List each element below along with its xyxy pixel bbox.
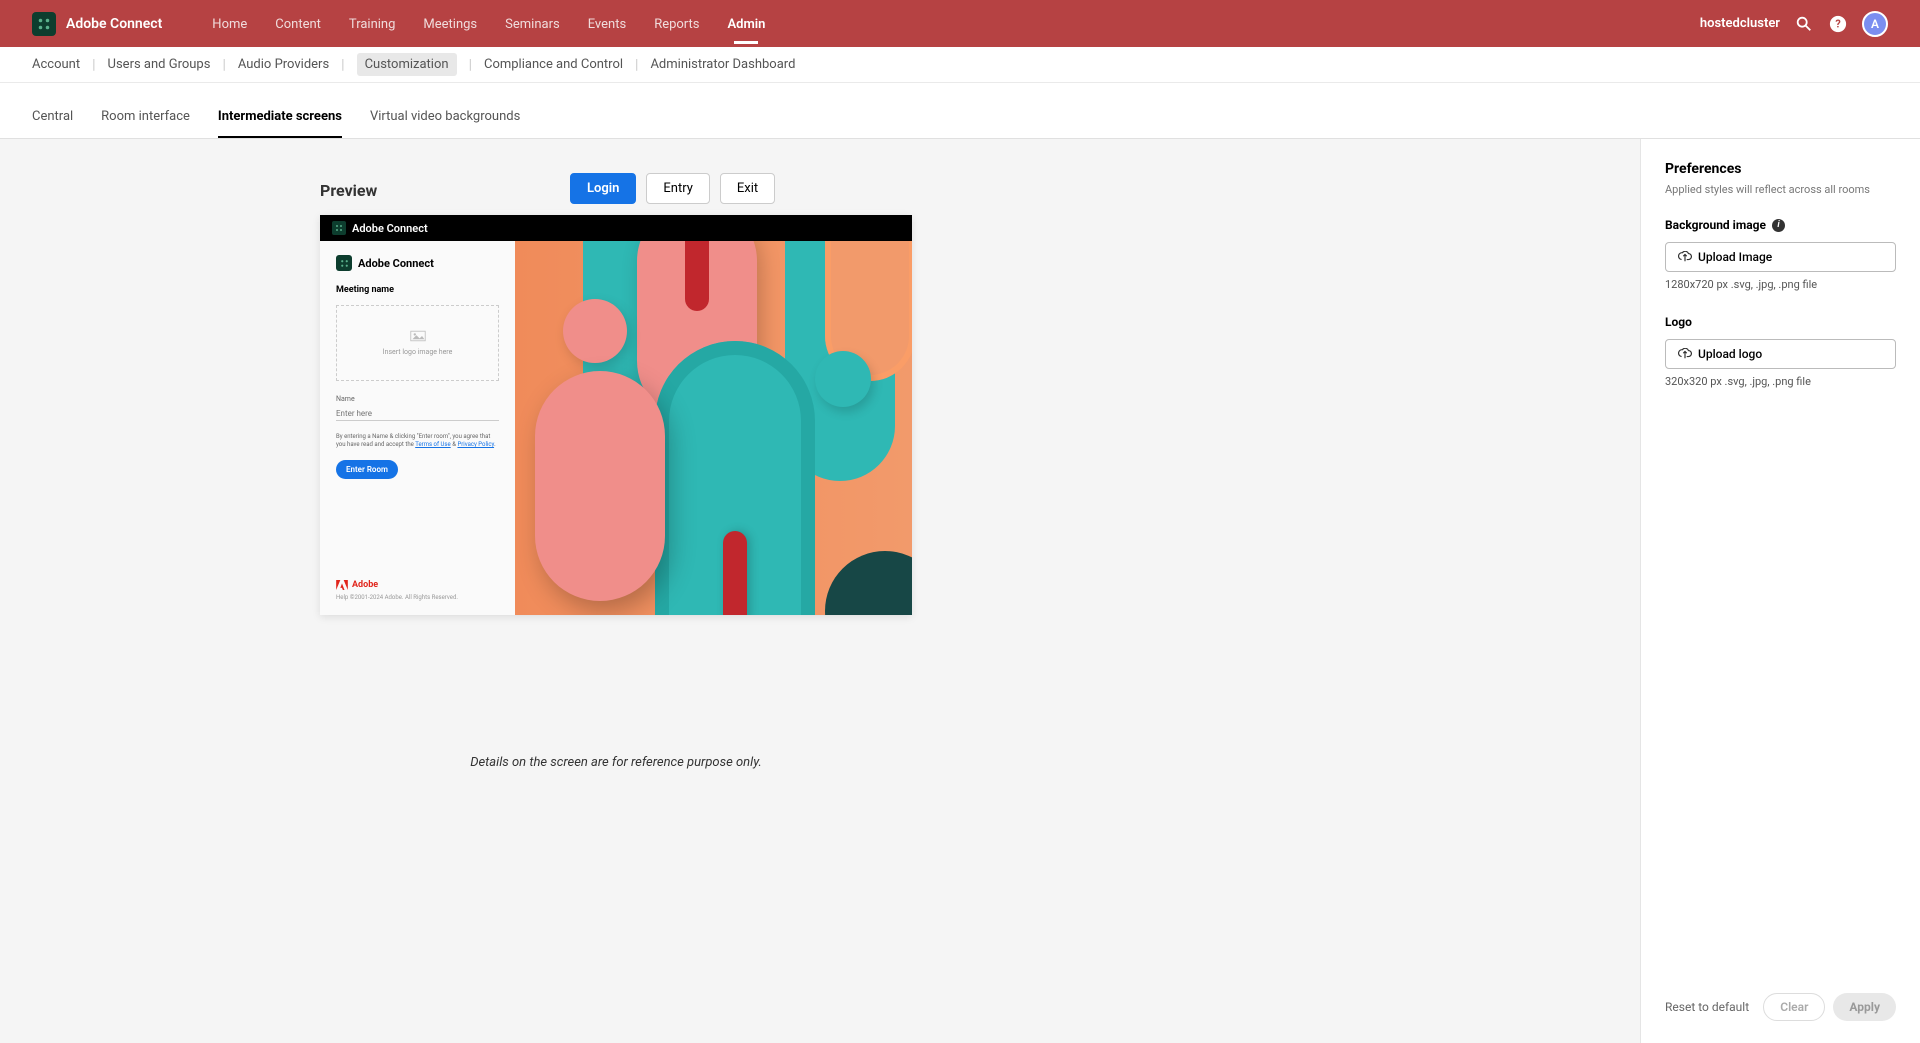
preview-legal-text: By entering a Name & clicking "Enter roo… <box>336 433 499 450</box>
preview-adobe-brand: Adobe <box>336 580 499 590</box>
separator: | <box>222 57 225 73</box>
preview-login-logo-icon <box>336 255 352 271</box>
preferences-title: Preferences <box>1665 161 1896 177</box>
content-area: Preview Login Entry Exit Adobe Connect A… <box>0 139 1640 1043</box>
top-nav: Home Content Training Meetings Seminars … <box>212 3 765 44</box>
preview-tab-exit[interactable]: Exit <box>720 173 775 204</box>
preview-enter-room-button[interactable]: Enter Room <box>336 460 398 479</box>
preview-privacy-link[interactable]: Privacy Policy <box>457 441 494 448</box>
main: Preview Login Entry Exit Adobe Connect A… <box>0 139 1920 1043</box>
preview-adobe-text: Adobe <box>352 580 378 590</box>
upload-image-button[interactable]: Upload Image <box>1665 242 1896 272</box>
preview-login-brand: Adobe Connect <box>336 255 499 271</box>
background-image-label: Background image <box>1665 218 1766 232</box>
reset-to-default-link[interactable]: Reset to default <box>1665 1000 1749 1014</box>
preview-window-header: Adobe Connect <box>320 215 912 241</box>
nav-home[interactable]: Home <box>212 3 247 44</box>
nav-seminars[interactable]: Seminars <box>505 3 560 44</box>
cluster-name: hostedcluster <box>1700 16 1780 31</box>
logo-section: Logo <box>1665 315 1896 329</box>
clear-button[interactable]: Clear <box>1763 993 1825 1021</box>
upload-image-label: Upload Image <box>1698 250 1772 264</box>
subnav-compliance[interactable]: Compliance and Control <box>484 53 623 76</box>
app-name: Adobe Connect <box>66 16 162 32</box>
app-logo-icon <box>32 12 56 36</box>
preview-logo-placeholder: Insert logo image here <box>336 305 499 381</box>
preview-name-input[interactable] <box>336 407 499 421</box>
upload-icon <box>1678 251 1692 263</box>
logo-hint: 320x320 px .svg, .jpg, .png file <box>1665 375 1896 388</box>
preview-name-label: Name <box>336 395 499 403</box>
separator: | <box>635 57 638 73</box>
nav-events[interactable]: Events <box>588 3 626 44</box>
info-icon[interactable]: i <box>1772 219 1785 232</box>
nav-training[interactable]: Training <box>349 3 395 44</box>
user-avatar[interactable]: A <box>1862 11 1888 37</box>
tab-central[interactable]: Central <box>32 109 73 138</box>
search-icon[interactable] <box>1794 14 1814 34</box>
separator: | <box>341 57 344 73</box>
topbar-right: hostedcluster ? A <box>1700 11 1888 37</box>
subnav-customization[interactable]: Customization <box>357 53 457 76</box>
upload-logo-button[interactable]: Upload logo <box>1665 339 1896 369</box>
preferences-sidebar: Preferences Applied styles will reflect … <box>1640 139 1920 1043</box>
nav-admin[interactable]: Admin <box>728 3 766 44</box>
preview-copyright: Help ©2001-2024 Adobe. All Rights Reserv… <box>336 594 499 601</box>
nav-meetings[interactable]: Meetings <box>423 3 477 44</box>
tab-room-interface[interactable]: Room interface <box>101 109 190 138</box>
preview-app-icon <box>332 221 346 235</box>
subnav-dashboard[interactable]: Administrator Dashboard <box>650 53 795 76</box>
preferences-subtitle: Applied styles will reflect across all r… <box>1665 183 1896 196</box>
preview-terms-link[interactable]: Terms of Use <box>415 441 451 448</box>
preview-background-image <box>515 241 912 615</box>
subnav-audio[interactable]: Audio Providers <box>238 53 329 76</box>
separator: | <box>92 57 95 73</box>
subnav: Account | Users and Groups | Audio Provi… <box>0 47 1920 83</box>
preview-panel: Adobe Connect Adobe Connect Meeting name… <box>320 215 912 615</box>
preview-login-panel: Adobe Connect Meeting name Insert logo i… <box>320 241 515 615</box>
preview-body: Adobe Connect Meeting name Insert logo i… <box>320 241 912 615</box>
preview-logo-placeholder-text: Insert logo image here <box>383 348 453 356</box>
nav-reports[interactable]: Reports <box>654 3 699 44</box>
subnav-account[interactable]: Account <box>32 53 80 76</box>
customization-tabs: Central Room interface Intermediate scre… <box>0 83 1920 139</box>
preview-tabs: Login Entry Exit <box>570 173 775 204</box>
image-icon <box>410 330 426 342</box>
background-image-hint: 1280x720 px .svg, .jpg, .png file <box>1665 278 1896 291</box>
preview-tab-login[interactable]: Login <box>570 173 636 204</box>
preview-meeting-name: Meeting name <box>336 285 499 295</box>
sidebar-footer: Reset to default Clear Apply <box>1665 977 1896 1021</box>
help-icon[interactable]: ? <box>1828 14 1848 34</box>
preview-header-label: Adobe Connect <box>352 222 428 235</box>
logo-label: Logo <box>1665 315 1692 329</box>
subnav-users[interactable]: Users and Groups <box>108 53 211 76</box>
preview-title: Preview <box>320 181 377 200</box>
svg-text:?: ? <box>1835 17 1840 30</box>
upload-logo-label: Upload logo <box>1698 347 1762 361</box>
separator: | <box>469 57 472 73</box>
preview-login-app-name: Adobe Connect <box>358 257 434 270</box>
preview-caption: Details on the screen are for reference … <box>320 755 912 770</box>
topbar: Adobe Connect Home Content Training Meet… <box>0 0 1920 47</box>
nav-content[interactable]: Content <box>275 3 321 44</box>
preview-tab-entry[interactable]: Entry <box>646 173 710 204</box>
tab-virtual-backgrounds[interactable]: Virtual video backgrounds <box>370 109 520 138</box>
upload-icon <box>1678 348 1692 360</box>
tab-intermediate-screens[interactable]: Intermediate screens <box>218 109 342 138</box>
adobe-logo-icon <box>336 580 348 590</box>
background-image-section: Background image i <box>1665 218 1896 232</box>
apply-button[interactable]: Apply <box>1833 993 1896 1021</box>
